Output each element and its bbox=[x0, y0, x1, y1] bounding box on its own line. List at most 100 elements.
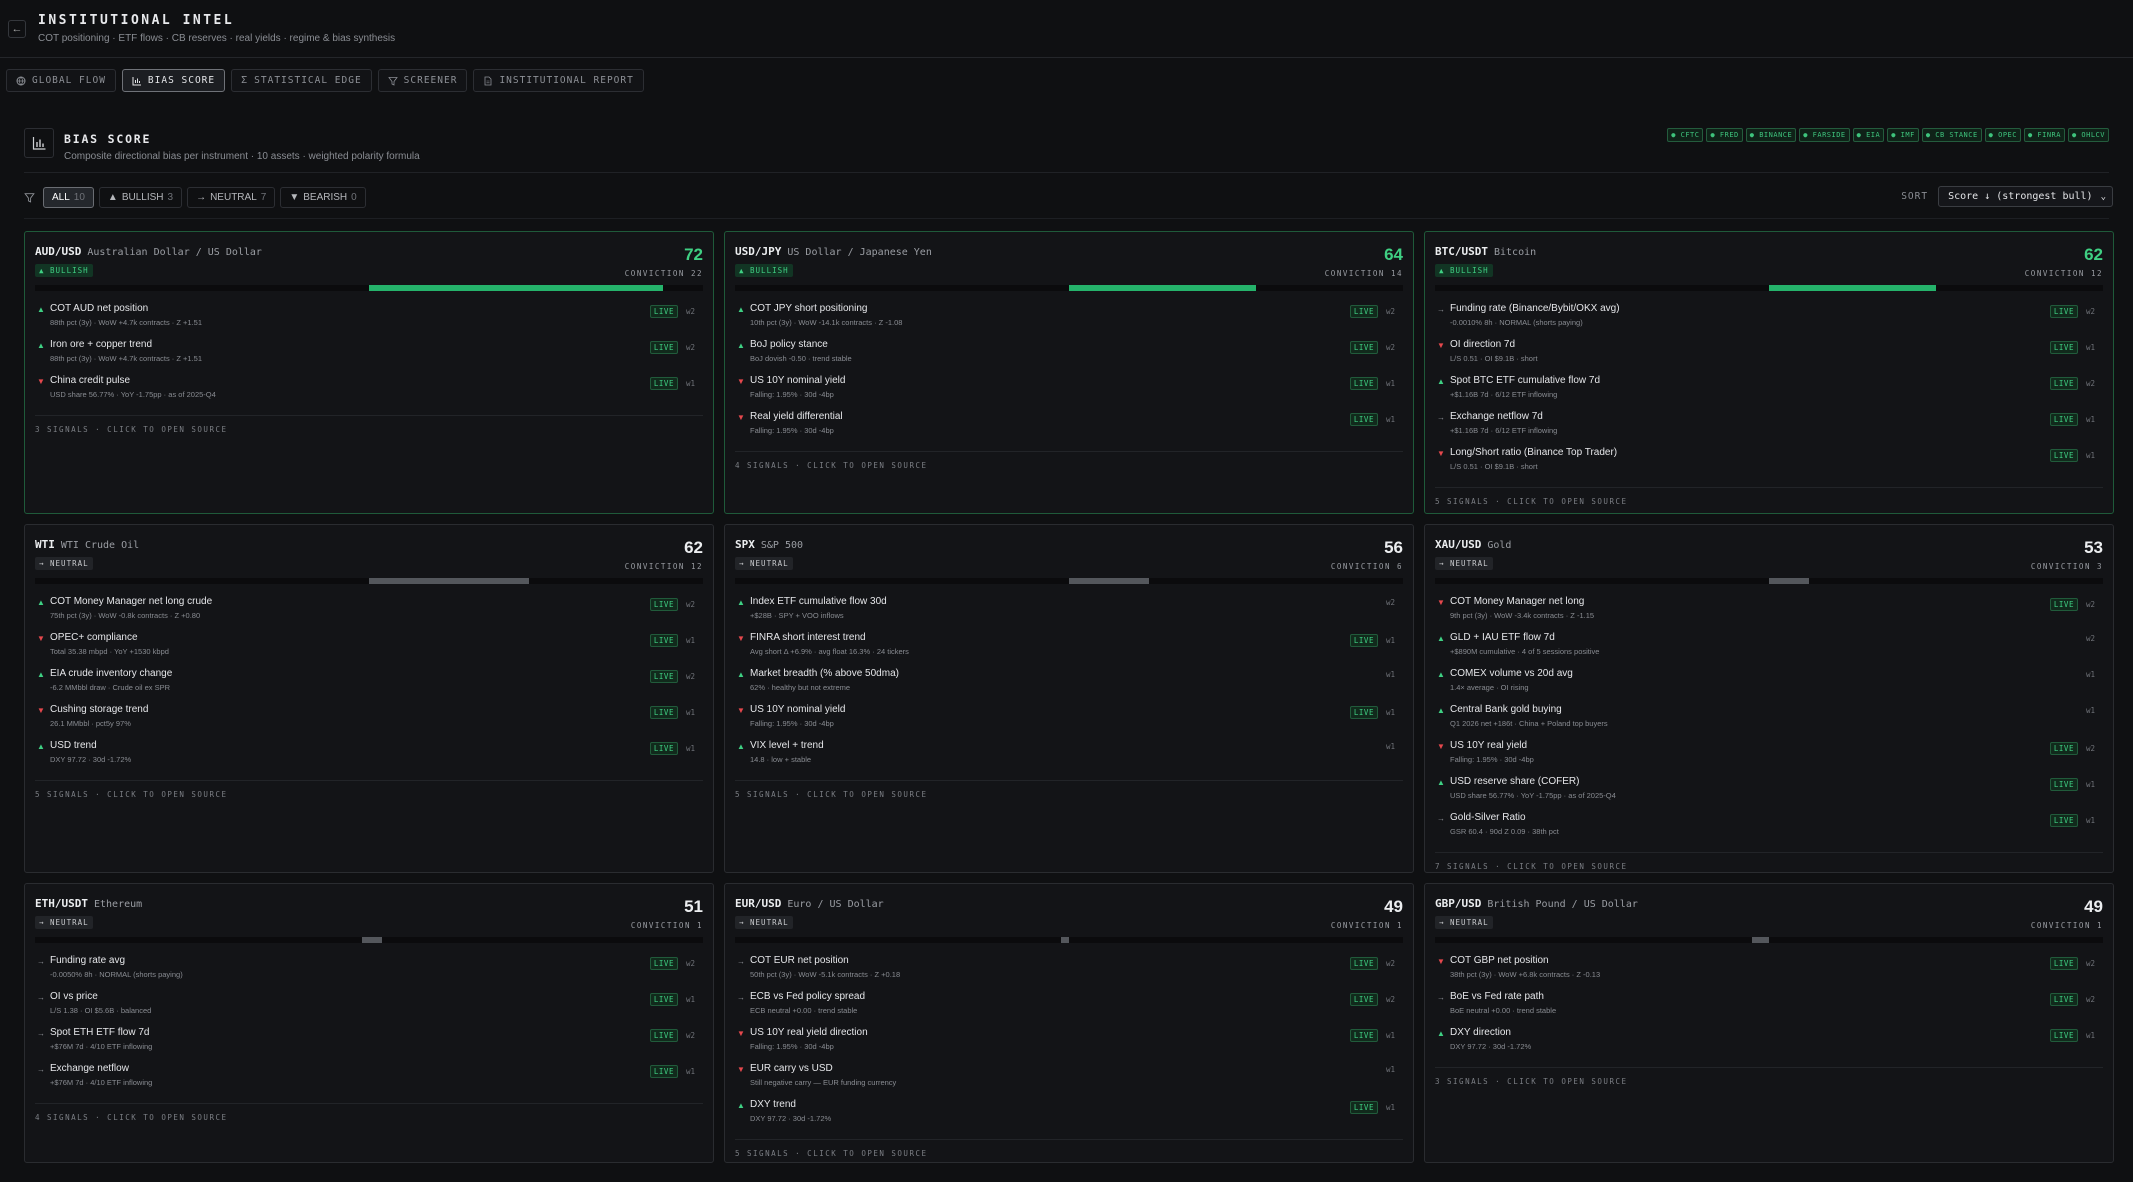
signal-row[interactable]: ▼ US 10Y real yield Falling: 1.95% · 30d -… bbox=[1435, 740, 2103, 775]
sort-select[interactable]: Score ↓ (strongest bull) ⌄ bbox=[1938, 186, 2113, 207]
signal-row[interactable]: ▲ USD reserve share (COFER) USD share 56.7… bbox=[1435, 776, 2103, 811]
back-button[interactable]: ← bbox=[8, 19, 26, 38]
filter-chip-neutral[interactable]: → NEUTRAL 7 bbox=[187, 186, 276, 208]
bias-card[interactable]: SPX S&P 500 → NEUTRAL 56 CONVICTION 6 ▲ Index … bbox=[724, 524, 1414, 873]
signal-row[interactable]: ▲ VIX level + trend 14.8 · low + stable w1 bbox=[735, 740, 1403, 775]
live-badge: LIVE bbox=[1349, 413, 1378, 426]
bias-bar bbox=[1435, 937, 2103, 943]
filter-chip-bearish[interactable]: ▼ BEARISH 0 bbox=[280, 186, 366, 208]
live-badge: LIVE bbox=[649, 377, 678, 390]
signal-row[interactable]: ▲ DXY direction DXY 97.72 · 30d -1.72% LIVE… bbox=[1435, 1027, 2103, 1062]
bias-card[interactable]: WTI WTI Crude Oil → NEUTRAL 62 CONVICTION 12… bbox=[24, 524, 714, 873]
bias-card[interactable]: GBP/USD British Pound / US Dollar → NEUTRA… bbox=[1424, 883, 2114, 1163]
signal-row[interactable]: ▼ Real yield differential Falling: 1.95% ·… bbox=[735, 411, 1403, 446]
signal-row[interactable]: → Funding rate (Binance/Bybit/OKX avg) -0.… bbox=[1435, 303, 2103, 338]
bias-card[interactable]: ETH/USDT Ethereum → NEUTRAL 51 CONVICTION 1 →… bbox=[24, 883, 714, 1163]
bias-badge: → NEUTRAL bbox=[35, 557, 93, 570]
signal-row[interactable]: ▼ COT Money Manager net long 9th pct (3y) … bbox=[1435, 596, 2103, 631]
signal-row[interactable]: → Exchange netflow +$76M 7d · 4/10 ETF inf… bbox=[35, 1063, 703, 1098]
live-badge: LIVE bbox=[1349, 706, 1378, 719]
signal-name: Real yield differential bbox=[750, 411, 843, 422]
card-footer[interactable]: 7 SIGNALS · CLICK TO OPEN SOURCE bbox=[1435, 852, 2103, 871]
signal-row[interactable]: ▲ Spot BTC ETF cumulative flow 7d +$1.16B … bbox=[1435, 375, 2103, 410]
card-footer[interactable]: 3 SIGNALS · CLICK TO OPEN SOURCE bbox=[1435, 1067, 2103, 1086]
signal-row[interactable]: → Funding rate avg -0.0050% 8h · NORMAL (s… bbox=[35, 955, 703, 990]
signal-row[interactable]: ▲ USD trend DXY 97.72 · 30d -1.72% LIVE w1 bbox=[35, 740, 703, 775]
signal-row[interactable]: ▲ DXY trend DXY 97.72 · 30d -1.72% LIVE w1 bbox=[735, 1099, 1403, 1134]
signal-row[interactable]: ▲ Market breadth (% above 50dma) 62% · hea… bbox=[735, 668, 1403, 703]
signal-row[interactable]: ▼ US 10Y nominal yield Falling: 1.95% · 30… bbox=[735, 704, 1403, 739]
signal-tags: LIVE w1 bbox=[1349, 706, 1395, 719]
signal-row[interactable]: ▼ COT GBP net position 38th pct (3y) · WoW… bbox=[1435, 955, 2103, 990]
signal-row[interactable]: → OI vs price L/S 1.38 · OI $5.6B · balanc… bbox=[35, 991, 703, 1026]
tab-statistical-edge[interactable]: Σ STATISTICAL EDGE bbox=[231, 69, 372, 92]
signal-row[interactable]: ▼ US 10Y real yield direction Falling: 1.9… bbox=[735, 1027, 1403, 1062]
signal-row[interactable]: ▲ GLD + IAU ETF flow 7d +$890M cumulative … bbox=[1435, 632, 2103, 667]
signal-row[interactable]: ▲ Central Bank gold buying Q1 2026 net +18… bbox=[1435, 704, 2103, 739]
signal-tags: LIVE w1 bbox=[649, 377, 695, 390]
instrument-name: British Pound / US Dollar bbox=[1487, 899, 1638, 910]
signal-weight: w2 bbox=[2085, 744, 2095, 753]
signal-row[interactable]: ▲ COMEX volume vs 20d avg 1.4× average · O… bbox=[1435, 668, 2103, 703]
source-badge: ● FARSIDE bbox=[1799, 128, 1850, 142]
bias-bar bbox=[35, 937, 703, 943]
card-footer[interactable]: 5 SIGNALS · CLICK TO OPEN SOURCE bbox=[35, 780, 703, 799]
signal-weight: w1 bbox=[2085, 816, 2095, 825]
tab-institutional-report[interactable]: INSTITUTIONAL REPORT bbox=[473, 69, 644, 92]
signal-name: Funding rate avg bbox=[50, 955, 126, 966]
bias-card[interactable]: AUD/USD Australian Dollar / US Dollar ▲ BU… bbox=[24, 231, 714, 514]
bias-card[interactable]: USD/JPY US Dollar / Japanese Yen ▲ BULLISH… bbox=[724, 231, 1414, 514]
card-footer[interactable]: 5 SIGNALS · CLICK TO OPEN SOURCE bbox=[735, 1139, 1403, 1158]
triangle-down-icon: ▼ bbox=[1437, 341, 1445, 350]
signal-row[interactable]: ▲ EIA crude inventory change -6.2 MMbbl dr… bbox=[35, 668, 703, 703]
filter-chip-all[interactable]: ALL 10 bbox=[43, 186, 94, 208]
signal-row[interactable]: ▲ BoJ policy stance BoJ dovish -0.50 · tre… bbox=[735, 339, 1403, 374]
bias-card[interactable]: XAU/USD Gold → NEUTRAL 53 CONVICTION 3 ▼ COT M… bbox=[1424, 524, 2114, 873]
arrow-right-icon: → bbox=[37, 993, 45, 1002]
card-footer[interactable]: 5 SIGNALS · CLICK TO OPEN SOURCE bbox=[1435, 487, 2103, 506]
card-footer[interactable]: 5 SIGNALS · CLICK TO OPEN SOURCE bbox=[735, 780, 1403, 799]
tab-global-flow[interactable]: GLOBAL FLOW bbox=[6, 69, 116, 92]
signal-row[interactable]: ▲ Index ETF cumulative flow 30d +$28B · SP… bbox=[735, 596, 1403, 631]
bias-bar-fill bbox=[1769, 578, 1810, 584]
signal-name: Spot BTC ETF cumulative flow 7d bbox=[1450, 375, 1601, 386]
signal-row[interactable]: ▼ OPEC+ compliance Total 35.38 mbpd · YoY … bbox=[35, 632, 703, 667]
signal-row[interactable]: ▲ COT Money Manager net long crude 75th pc… bbox=[35, 596, 703, 631]
signal-row[interactable]: ▼ Cushing storage trend 26.1 MMbbl · pct5y… bbox=[35, 704, 703, 739]
signal-row[interactable]: ▼ Long/Short ratio (Binance Top Trader) L/… bbox=[1435, 447, 2103, 482]
signal-row[interactable]: ▼ US 10Y nominal yield Falling: 1.95% · 30… bbox=[735, 375, 1403, 410]
signal-row[interactable]: → Gold-Silver Ratio GSR 60.4 · 90d Z 0.09 … bbox=[1435, 812, 2103, 847]
triangle-down-icon: ▼ bbox=[37, 634, 45, 643]
card-header: SPX S&P 500 → NEUTRAL 56 CONVICTION 6 bbox=[735, 538, 1403, 571]
signal-name: EIA crude inventory change bbox=[50, 668, 173, 679]
signal-meta: Falling: 1.95% · 30d -4bp bbox=[750, 719, 834, 728]
card-footer[interactable]: 3 SIGNALS · CLICK TO OPEN SOURCE bbox=[35, 415, 703, 434]
signal-row[interactable]: → Exchange netflow 7d +$1.16B 7d · 6/12 ET… bbox=[1435, 411, 2103, 446]
signal-row[interactable]: ▲ Iron ore + copper trend 88th pct (3y) · … bbox=[35, 339, 703, 374]
bias-card[interactable]: EUR/USD Euro / US Dollar → NEUTRAL 49 CONVIC… bbox=[724, 883, 1414, 1163]
signal-row[interactable]: ▼ OI direction 7d L/S 0.51 · OI $9.1B · sh… bbox=[1435, 339, 2103, 374]
tab-screener[interactable]: SCREENER bbox=[377, 69, 468, 92]
signal-weight: w2 bbox=[685, 600, 695, 609]
signal-row[interactable]: ▲ COT JPY short positioning 10th pct (3y) … bbox=[735, 303, 1403, 338]
signal-row[interactable]: ▼ China credit pulse USD share 56.77% · Yo… bbox=[35, 375, 703, 410]
signal-name: COT AUD net position bbox=[50, 303, 149, 314]
signal-row[interactable]: ▼ FINRA short interest trend Avg short Δ +… bbox=[735, 632, 1403, 667]
signal-row[interactable]: → Spot ETH ETF flow 7d +$76M 7d · 4/10 ETF… bbox=[35, 1027, 703, 1062]
signal-row[interactable]: → ECB vs Fed policy spread ECB neutral +0.… bbox=[735, 991, 1403, 1026]
filter-chip-bullish[interactable]: ▲ BULLISH 3 bbox=[98, 186, 183, 208]
bias-badge: ▲ BULLISH bbox=[1435, 264, 1493, 277]
triangle-down-icon: ▼ bbox=[1437, 449, 1445, 458]
signal-name: DXY trend bbox=[750, 1099, 796, 1110]
signal-row[interactable]: ▲ COT AUD net position 88th pct (3y) · WoW… bbox=[35, 303, 703, 338]
card-footer[interactable]: 4 SIGNALS · CLICK TO OPEN SOURCE bbox=[35, 1103, 703, 1122]
signal-weight: w1 bbox=[1385, 742, 1395, 751]
signal-row[interactable]: → BoE vs Fed rate path BoE neutral +0.00 ·… bbox=[1435, 991, 2103, 1026]
signal-row[interactable]: ▼ EUR carry vs USD Still negative carry — … bbox=[735, 1063, 1403, 1098]
conviction-label: CONVICTION 6 bbox=[1330, 562, 1403, 571]
tab-bias-score[interactable]: BIAS SCORE bbox=[121, 69, 226, 92]
bias-card[interactable]: BTC/USDT Bitcoin ▲ BULLISH 62 CONVICTION 12 →… bbox=[1424, 231, 2114, 514]
signal-row[interactable]: → COT EUR net position 50th pct (3y) · WoW… bbox=[735, 955, 1403, 990]
card-footer[interactable]: 4 SIGNALS · CLICK TO OPEN SOURCE bbox=[735, 451, 1403, 470]
signal-weight: w2 bbox=[1385, 343, 1395, 352]
